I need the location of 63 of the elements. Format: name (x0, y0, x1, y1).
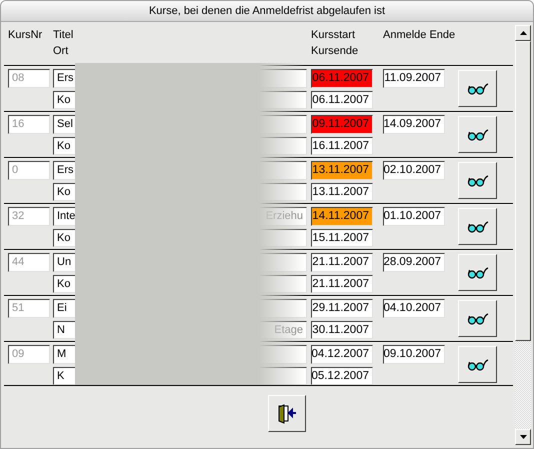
deadline-field[interactable]: 04.10.2007 (383, 299, 445, 318)
location-field[interactable]: Ko (53, 136, 307, 155)
scroll-thumb[interactable] (515, 41, 531, 341)
deadline-field[interactable]: 01.10.2007 (383, 207, 445, 226)
deadline-field[interactable]: 28.09.2007 (383, 253, 445, 272)
glasses-icon (466, 128, 488, 140)
title-field[interactable]: Ers (53, 161, 307, 180)
title-field[interactable]: Sel (53, 115, 307, 134)
start-date-field[interactable]: 13.11.2007 (311, 161, 373, 180)
start-date-field[interactable]: 06.11.2007 (311, 69, 373, 88)
glasses-icon (466, 220, 488, 232)
column-header: KursNr (8, 29, 44, 41)
title-field[interactable]: Un (53, 253, 307, 272)
window-title: Kurse, bei denen die Anmeldefrist abgelaufen ist (148, 5, 386, 17)
deadline-field[interactable]: 14.09.2007 (383, 115, 445, 134)
title-field[interactable]: M (53, 345, 307, 364)
door-exit-icon (276, 404, 296, 424)
column-header: Ort (53, 45, 70, 57)
end-date-field[interactable]: 30.11.2007 (311, 320, 373, 339)
scroll-up-button[interactable] (515, 25, 531, 41)
glasses-icon (466, 358, 488, 370)
end-date-field[interactable]: 05.12.2007 (311, 366, 373, 385)
location-field[interactable]: K (53, 366, 307, 385)
end-date-field[interactable]: 15.11.2007 (311, 228, 373, 247)
column-header: Kursstart (311, 29, 356, 41)
scrollbar[interactable] (515, 25, 531, 445)
location-field[interactable]: Ko (53, 274, 307, 293)
up-arrow-icon (520, 31, 526, 35)
end-date-field[interactable]: 06.11.2007 (311, 90, 373, 109)
start-date-field[interactable]: 09.11.2007 (311, 115, 373, 134)
location-field[interactable]: Ko (53, 228, 307, 247)
view-button[interactable] (458, 208, 497, 245)
start-date-field[interactable]: 21.11.2007 (311, 253, 373, 272)
glasses-icon (466, 266, 488, 278)
glasses-icon (466, 312, 488, 324)
column-header: Kursende (311, 45, 360, 57)
column-header: Anmelde Ende (383, 29, 456, 41)
view-button[interactable] (458, 162, 497, 199)
start-date-field[interactable]: 14.11.2007 (311, 207, 373, 226)
down-arrow-icon (520, 435, 526, 439)
deadline-field[interactable]: 02.10.2007 (383, 161, 445, 180)
view-button[interactable] (458, 300, 497, 337)
deadline-field[interactable]: 09.10.2007 (383, 345, 445, 364)
title-field[interactable]: Ei (53, 299, 307, 318)
exit-button[interactable] (268, 395, 306, 432)
location-field[interactable]: N Etage (53, 320, 307, 339)
start-date-field[interactable]: 04.12.2007 (311, 345, 373, 364)
start-date-field[interactable]: 29.11.2007 (311, 299, 373, 318)
end-date-field[interactable]: 16.11.2007 (311, 136, 373, 155)
end-date-field[interactable]: 13.11.2007 (311, 182, 373, 201)
view-button[interactable] (458, 346, 497, 383)
glasses-icon (466, 174, 488, 186)
title-field[interactable]: Ers (53, 69, 307, 88)
deadline-field[interactable]: 11.09.2007 (383, 69, 445, 88)
view-button[interactable] (458, 70, 497, 107)
view-button[interactable] (458, 254, 497, 291)
location-field[interactable]: Ko (53, 182, 307, 201)
end-date-field[interactable]: 21.11.2007 (311, 274, 373, 293)
glasses-icon (466, 82, 488, 94)
scroll-down-button[interactable] (515, 429, 531, 445)
location-field[interactable]: Ko (53, 90, 307, 109)
view-button[interactable] (458, 116, 497, 153)
column-header: Titel (53, 29, 74, 41)
